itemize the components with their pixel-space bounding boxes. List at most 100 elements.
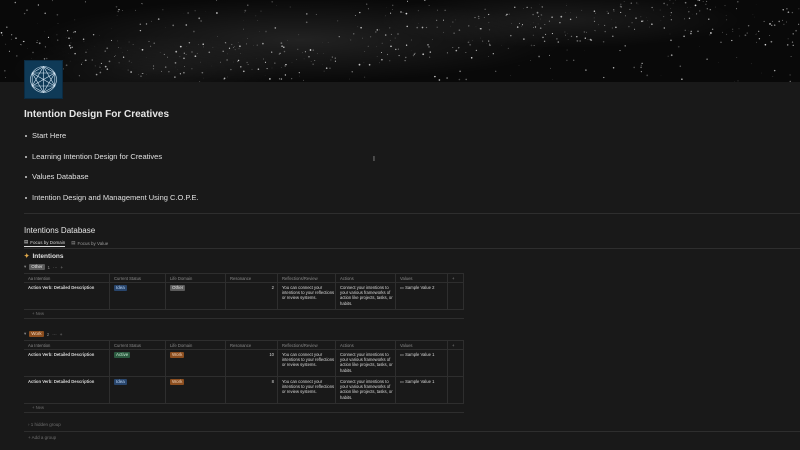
star <box>406 0 409 2</box>
star <box>188 42 191 44</box>
table-row[interactable]: Action Verb: Detailed Description Idea O… <box>24 283 464 310</box>
star <box>74 19 76 21</box>
star <box>130 71 132 73</box>
star <box>670 19 672 21</box>
page-icon[interactable] <box>25 61 62 98</box>
reflections-cell[interactable]: You can connect your intentions to your … <box>278 377 336 403</box>
column-header[interactable]: Resonance <box>226 341 278 349</box>
star <box>418 23 419 24</box>
column-header[interactable]: Current Status <box>110 274 166 282</box>
star <box>649 26 650 28</box>
page-icon-small: ▭ <box>400 285 404 290</box>
actions-cell[interactable]: Connect your intentions to your various … <box>336 283 396 309</box>
column-header[interactable]: Reflections/Review <box>278 341 336 349</box>
column-header[interactable]: Actions <box>336 274 396 282</box>
star <box>507 47 509 49</box>
star <box>128 60 130 62</box>
star <box>604 30 606 33</box>
new-row-button[interactable]: + New <box>24 404 464 413</box>
link-learning[interactable]: Learning Intention Design for Creatives <box>24 150 199 171</box>
star <box>455 49 458 52</box>
intention-cell[interactable]: Action Verb: Detailed Description <box>24 283 110 309</box>
actions-cell[interactable]: Connect your intentions to your various … <box>336 377 396 403</box>
status-cell[interactable]: Active <box>110 350 166 376</box>
table-row[interactable]: Action Verb: Detailed Description Active… <box>24 350 464 377</box>
actions-cell[interactable]: Connect your intentions to your various … <box>336 350 396 376</box>
star <box>198 17 201 20</box>
plus-icon[interactable]: + <box>61 265 64 270</box>
column-header[interactable]: Current Status <box>110 341 166 349</box>
star <box>142 72 144 75</box>
section-title[interactable]: ✦ Intentions <box>24 252 64 261</box>
star <box>771 20 774 22</box>
intention-cell[interactable]: Action Verb: Detailed Description <box>24 377 110 403</box>
plus-icon[interactable]: + <box>60 332 63 337</box>
link-cope[interactable]: Intention Design and Management Using C.… <box>24 191 199 212</box>
new-row-button[interactable]: + New <box>24 310 464 319</box>
status-cell[interactable]: Idea <box>110 377 166 403</box>
star <box>23 12 26 15</box>
star <box>150 45 152 47</box>
domain-cell[interactable]: Work <box>166 377 226 403</box>
column-header[interactable]: Values <box>396 274 448 282</box>
add-group-button[interactable]: + Add a group <box>28 435 56 440</box>
star <box>100 62 102 64</box>
star <box>739 35 741 37</box>
add-column-button[interactable]: + <box>448 274 464 282</box>
reflections-cell[interactable]: You can connect your intentions to your … <box>278 350 336 376</box>
tab-focus-by-value[interactable]: ▤ Focus by Value <box>71 239 108 247</box>
more-icon[interactable]: ··· <box>52 332 57 337</box>
column-header[interactable]: Reflections/Review <box>278 274 336 282</box>
star <box>660 20 662 21</box>
tab-focus-by-domain[interactable]: ▤ Focus by Domain <box>24 239 66 247</box>
table-icon: ▤ <box>24 239 29 244</box>
star <box>533 44 535 46</box>
add-column-button[interactable]: + <box>448 341 464 349</box>
reflections-cell[interactable]: You can connect your intentions to your … <box>278 283 336 309</box>
values-cell[interactable]: ▭ Sample Value 1 <box>396 377 448 403</box>
star <box>585 69 587 71</box>
more-icon[interactable]: ··· <box>53 265 58 270</box>
star <box>174 62 177 64</box>
star <box>174 76 176 78</box>
star <box>551 33 553 35</box>
star <box>145 74 147 75</box>
star <box>521 25 522 27</box>
resonance-cell[interactable]: 10 <box>226 350 278 376</box>
star <box>405 56 407 59</box>
star <box>44 46 46 48</box>
column-header[interactable]: Values <box>396 341 448 349</box>
star <box>706 58 708 61</box>
column-header[interactable]: Aa Intention <box>24 341 110 349</box>
domain-cell[interactable]: Work <box>166 350 226 376</box>
table-row[interactable]: Action Verb: Detailed Description Idea W… <box>24 377 464 404</box>
star <box>511 23 512 24</box>
intention-cell[interactable]: Action Verb: Detailed Description <box>24 350 110 376</box>
link-values-database[interactable]: Values Database <box>24 170 199 191</box>
star <box>83 40 85 42</box>
star <box>141 3 142 4</box>
group-header-work[interactable]: ▾ Work 2 ··· + <box>24 331 62 337</box>
star <box>594 12 596 14</box>
star <box>549 54 550 56</box>
resonance-cell[interactable]: 8 <box>226 377 278 403</box>
column-header[interactable]: Resonance <box>226 274 278 282</box>
hidden-group-link[interactable]: › 1 hidden group <box>28 422 61 427</box>
star <box>790 55 792 57</box>
domain-cell[interactable]: Other <box>166 283 226 309</box>
star <box>299 75 300 77</box>
star <box>543 40 546 43</box>
column-header[interactable]: Actions <box>336 341 396 349</box>
column-header[interactable]: Life Domain <box>166 341 226 349</box>
values-cell[interactable]: ▭ Sample Value 1 <box>396 350 448 376</box>
column-header[interactable]: Life Domain <box>166 274 226 282</box>
column-header[interactable]: Aa Intention <box>24 274 110 282</box>
values-cell[interactable]: ▭ Sample Value 2 <box>396 283 448 309</box>
group-header-other[interactable]: ▾ Other 1 ··· + <box>24 264 63 270</box>
star <box>559 21 561 24</box>
status-cell[interactable]: Idea <box>110 283 166 309</box>
star <box>242 70 245 73</box>
link-start-here[interactable]: Start Here <box>24 129 199 150</box>
star <box>202 43 204 45</box>
resonance-cell[interactable]: 2 <box>226 283 278 309</box>
